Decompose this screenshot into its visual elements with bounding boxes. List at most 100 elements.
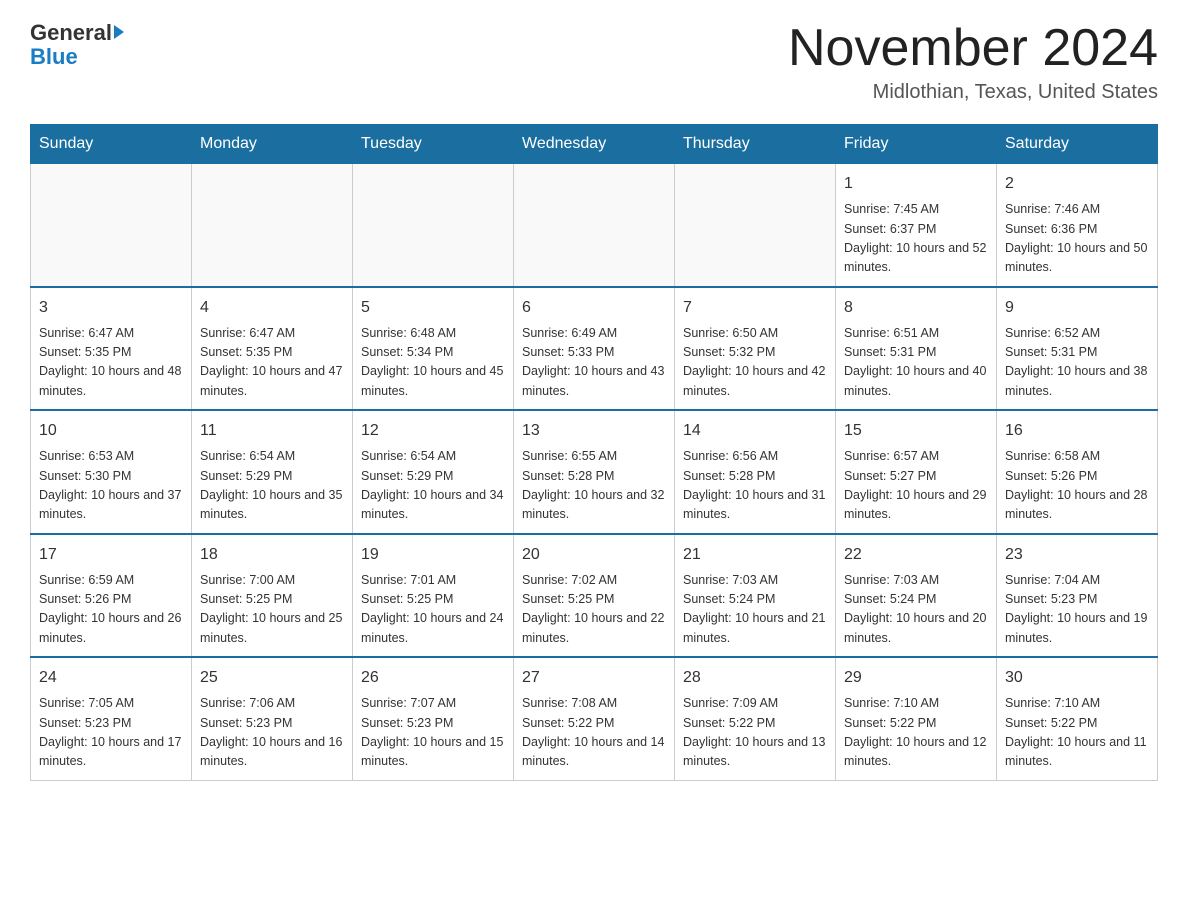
title-area: November 2024 Midlothian, Texas, United … [788,20,1158,104]
calendar-day-cell: 29 Sunrise: 7:10 AMSunset: 5:22 PMDayligh… [836,657,997,780]
day-number: 18 [200,543,344,567]
calendar-day-cell: 4 Sunrise: 6:47 AMSunset: 5:35 PMDaylight… [192,287,353,411]
calendar-day-cell [192,164,353,287]
calendar-day-cell: 14 Sunrise: 6:56 AMSunset: 5:28 PMDayligh… [675,410,836,534]
day-info: Sunrise: 6:49 AMSunset: 5:33 PMDaylight:… [522,324,666,402]
day-info: Sunrise: 6:59 AMSunset: 5:26 PMDaylight:… [39,571,183,649]
calendar-day-cell: 24Sunrise: 7:05 AMSunset: 5:23 PMDayligh… [31,657,192,780]
day-number: 29 [844,666,988,690]
logo: General Blue [30,20,124,70]
day-info: Sunrise: 7:45 AMSunset: 6:37 PMDaylight:… [844,200,988,278]
calendar-day-cell: 26 Sunrise: 7:07 AMSunset: 5:23 PMDayligh… [353,657,514,780]
calendar-day-cell: 18 Sunrise: 7:00 AMSunset: 5:25 PMDayligh… [192,534,353,658]
day-number: 2 [1005,172,1149,196]
day-number: 15 [844,419,988,443]
month-title: November 2024 [788,20,1158,77]
day-number: 9 [1005,296,1149,320]
day-number: 23 [1005,543,1149,567]
calendar-day-cell: 30 Sunrise: 7:10 AMSunset: 5:22 PMDayligh… [997,657,1158,780]
calendar-week-row: 1 Sunrise: 7:45 AMSunset: 6:37 PMDaylight… [31,164,1158,287]
day-info: Sunrise: 6:55 AMSunset: 5:28 PMDaylight:… [522,447,666,525]
day-number: 17 [39,543,183,567]
calendar-day-cell: 3Sunrise: 6:47 AMSunset: 5:35 PMDaylight… [31,287,192,411]
weekday-header-sunday: Sunday [31,125,192,164]
day-info: Sunrise: 6:53 AMSunset: 5:30 PMDaylight:… [39,447,183,525]
page-header: General Blue November 2024 Midlothian, T… [30,20,1158,104]
calendar-day-cell: 8 Sunrise: 6:51 AMSunset: 5:31 PMDaylight… [836,287,997,411]
day-number: 1 [844,172,988,196]
day-number: 10 [39,419,183,443]
calendar-day-cell: 6 Sunrise: 6:49 AMSunset: 5:33 PMDaylight… [514,287,675,411]
calendar-table: SundayMondayTuesdayWednesdayThursdayFrid… [30,124,1158,781]
weekday-header-saturday: Saturday [997,125,1158,164]
location: Midlothian, Texas, United States [788,81,1158,104]
calendar-day-cell: 22 Sunrise: 7:03 AMSunset: 5:24 PMDayligh… [836,534,997,658]
day-info: Sunrise: 7:08 AMSunset: 5:22 PMDaylight:… [522,694,666,772]
day-number: 13 [522,419,666,443]
calendar-day-cell: 7Sunrise: 6:50 AMSunset: 5:32 PMDaylight… [675,287,836,411]
day-number: 16 [1005,419,1149,443]
calendar-week-row: 3Sunrise: 6:47 AMSunset: 5:35 PMDaylight… [31,287,1158,411]
calendar-day-cell: 25 Sunrise: 7:06 AMSunset: 5:23 PMDayligh… [192,657,353,780]
day-info: Sunrise: 6:57 AMSunset: 5:27 PMDaylight:… [844,447,988,525]
calendar-week-row: 17 Sunrise: 6:59 AMSunset: 5:26 PMDayligh… [31,534,1158,658]
calendar-day-cell: 28 Sunrise: 7:09 AMSunset: 5:22 PMDayligh… [675,657,836,780]
day-number: 6 [522,296,666,320]
day-number: 14 [683,419,827,443]
calendar-day-cell: 16 Sunrise: 6:58 AMSunset: 5:26 PMDayligh… [997,410,1158,534]
calendar-day-cell: 23 Sunrise: 7:04 AMSunset: 5:23 PMDayligh… [997,534,1158,658]
day-number: 25 [200,666,344,690]
day-info: Sunrise: 6:52 AMSunset: 5:31 PMDaylight:… [1005,324,1149,402]
calendar-header-row: SundayMondayTuesdayWednesdayThursdayFrid… [31,125,1158,164]
day-info: Sunrise: 6:51 AMSunset: 5:31 PMDaylight:… [844,324,988,402]
calendar-day-cell: 5 Sunrise: 6:48 AMSunset: 5:34 PMDaylight… [353,287,514,411]
day-info: Sunrise: 6:54 AMSunset: 5:29 PMDaylight:… [361,447,505,525]
day-number: 21 [683,543,827,567]
day-number: 28 [683,666,827,690]
day-info: Sunrise: 6:56 AMSunset: 5:28 PMDaylight:… [683,447,827,525]
calendar-day-cell: 9 Sunrise: 6:52 AMSunset: 5:31 PMDaylight… [997,287,1158,411]
calendar-day-cell: 27Sunrise: 7:08 AMSunset: 5:22 PMDayligh… [514,657,675,780]
calendar-day-cell: 12Sunrise: 6:54 AMSunset: 5:29 PMDayligh… [353,410,514,534]
calendar-day-cell [675,164,836,287]
calendar-day-cell: 1 Sunrise: 7:45 AMSunset: 6:37 PMDaylight… [836,164,997,287]
calendar-day-cell [353,164,514,287]
day-number: 5 [361,296,505,320]
logo-blue: Blue [30,44,78,70]
calendar-week-row: 24Sunrise: 7:05 AMSunset: 5:23 PMDayligh… [31,657,1158,780]
day-number: 30 [1005,666,1149,690]
calendar-day-cell: 15 Sunrise: 6:57 AMSunset: 5:27 PMDayligh… [836,410,997,534]
day-info: Sunrise: 7:03 AMSunset: 5:24 PMDaylight:… [844,571,988,649]
day-number: 11 [200,419,344,443]
calendar-week-row: 10 Sunrise: 6:53 AMSunset: 5:30 PMDayligh… [31,410,1158,534]
calendar-day-cell: 2Sunrise: 7:46 AMSunset: 6:36 PMDaylight… [997,164,1158,287]
day-number: 4 [200,296,344,320]
day-info: Sunrise: 6:47 AMSunset: 5:35 PMDaylight:… [200,324,344,402]
day-info: Sunrise: 7:07 AMSunset: 5:23 PMDaylight:… [361,694,505,772]
day-number: 20 [522,543,666,567]
day-info: Sunrise: 7:01 AMSunset: 5:25 PMDaylight:… [361,571,505,649]
day-info: Sunrise: 7:10 AMSunset: 5:22 PMDaylight:… [844,694,988,772]
day-number: 8 [844,296,988,320]
calendar-day-cell: 19Sunrise: 7:01 AMSunset: 5:25 PMDayligh… [353,534,514,658]
weekday-header-monday: Monday [192,125,353,164]
day-info: Sunrise: 7:00 AMSunset: 5:25 PMDaylight:… [200,571,344,649]
calendar-day-cell [31,164,192,287]
day-number: 26 [361,666,505,690]
weekday-header-friday: Friday [836,125,997,164]
weekday-header-tuesday: Tuesday [353,125,514,164]
day-info: Sunrise: 7:09 AMSunset: 5:22 PMDaylight:… [683,694,827,772]
day-info: Sunrise: 6:48 AMSunset: 5:34 PMDaylight:… [361,324,505,402]
day-info: Sunrise: 6:54 AMSunset: 5:29 PMDaylight:… [200,447,344,525]
day-info: Sunrise: 7:04 AMSunset: 5:23 PMDaylight:… [1005,571,1149,649]
day-number: 24 [39,666,183,690]
logo-general: General [30,20,112,46]
day-number: 7 [683,296,827,320]
day-number: 22 [844,543,988,567]
day-info: Sunrise: 7:03 AMSunset: 5:24 PMDaylight:… [683,571,827,649]
day-info: Sunrise: 6:58 AMSunset: 5:26 PMDaylight:… [1005,447,1149,525]
day-info: Sunrise: 6:47 AMSunset: 5:35 PMDaylight:… [39,324,183,402]
day-info: Sunrise: 7:10 AMSunset: 5:22 PMDaylight:… [1005,694,1149,772]
day-info: Sunrise: 7:06 AMSunset: 5:23 PMDaylight:… [200,694,344,772]
calendar-day-cell: 13 Sunrise: 6:55 AMSunset: 5:28 PMDayligh… [514,410,675,534]
